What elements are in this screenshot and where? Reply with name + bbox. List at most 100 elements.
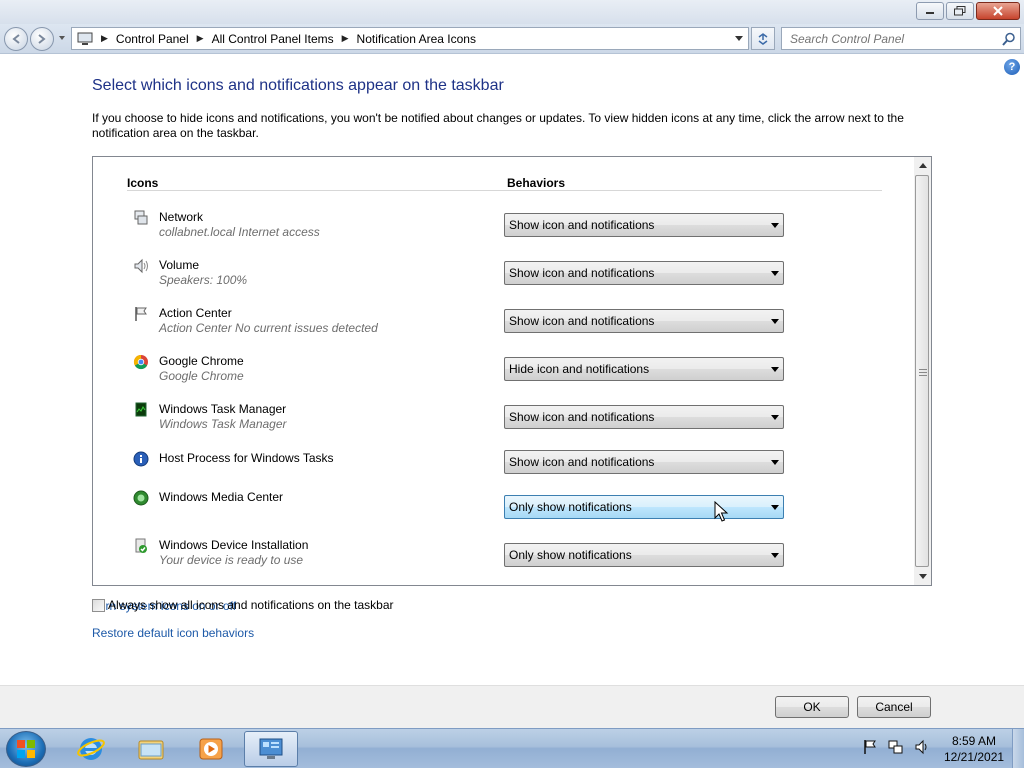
column-header-behaviors: Behaviors xyxy=(507,176,566,190)
window-controls xyxy=(914,2,1020,20)
chrome-icon xyxy=(133,354,148,370)
content-area: ? Select which icons and notifications a… xyxy=(0,55,1024,685)
help-icon[interactable]: ? xyxy=(1004,59,1020,75)
restore-button[interactable] xyxy=(946,2,974,20)
chevron-down-icon xyxy=(771,271,779,276)
breadcrumb-notification-area-icons[interactable]: Notification Area Icons xyxy=(357,32,476,46)
always-show-checkbox[interactable] xyxy=(92,598,105,612)
chevron-down-icon xyxy=(771,460,779,465)
scroll-down-button[interactable] xyxy=(914,568,931,585)
ok-button[interactable]: OK xyxy=(775,696,849,718)
list-item: Windows Media Center Only show notificat… xyxy=(93,490,913,530)
list-item: Google Chrome Google Chrome Hide icon an… xyxy=(93,354,913,394)
windows-logo-icon xyxy=(17,740,35,758)
minimize-button[interactable] xyxy=(916,2,944,20)
notification-icons-list: Icons Behaviors Network collabnet.local … xyxy=(92,156,932,586)
chevron-down-icon xyxy=(771,505,779,510)
mouse-cursor-icon xyxy=(714,501,729,522)
item-description: Your device is ready to use xyxy=(159,553,304,567)
taskbar-clock[interactable]: 8:59 AM 12/21/2021 xyxy=(944,733,1004,765)
behavior-dropdown-volume[interactable]: Show icon and notifications xyxy=(504,261,784,285)
grip-icon xyxy=(919,369,927,376)
item-name: Network xyxy=(159,210,204,224)
notification-area xyxy=(862,739,940,755)
behavior-dropdown-host-process[interactable]: Show icon and notifications xyxy=(504,450,784,474)
dialog-footer: OK Cancel xyxy=(0,685,1024,728)
item-name: Windows Media Center xyxy=(159,490,284,504)
taskbar-internet-explorer[interactable] xyxy=(64,731,118,767)
clock-date: 12/21/2021 xyxy=(944,750,1005,764)
behavior-dropdown-action-center[interactable]: Show icon and notifications xyxy=(504,309,784,333)
forward-button[interactable] xyxy=(30,27,54,51)
address-dropdown-button[interactable] xyxy=(732,31,746,46)
restore-icon xyxy=(954,6,966,16)
taskbar-media-player[interactable] xyxy=(184,731,238,767)
item-description: Windows Task Manager xyxy=(159,417,287,431)
scrollbar-thumb[interactable] xyxy=(915,175,929,567)
cancel-button[interactable]: Cancel xyxy=(857,696,931,718)
selected-value: Show icon and notifications xyxy=(509,266,655,280)
selected-value: Show icon and notifications xyxy=(509,314,655,328)
forward-arrow-icon xyxy=(38,34,46,44)
close-button[interactable] xyxy=(976,2,1020,20)
close-icon xyxy=(993,6,1003,16)
breadcrumb-separator-icon[interactable]: ▶ xyxy=(197,33,204,44)
speaker-icon xyxy=(134,258,148,274)
scroll-up-button[interactable] xyxy=(914,157,931,174)
search-input[interactable] xyxy=(782,28,992,49)
item-description: Speakers: 100% xyxy=(159,273,248,287)
refresh-button[interactable] xyxy=(751,27,775,50)
page-title: Select which icons and notifications app… xyxy=(92,77,504,94)
back-arrow-icon xyxy=(12,34,20,44)
info-icon xyxy=(133,451,149,467)
minimize-icon xyxy=(926,12,934,14)
breadcrumb-all-items[interactable]: All Control Panel Items xyxy=(212,32,334,46)
behavior-dropdown-task-manager[interactable]: Show icon and notifications xyxy=(504,405,784,429)
item-description: collabnet.local Internet access xyxy=(159,225,320,239)
list-item: Volume Speakers: 100% Show icon and noti… xyxy=(93,258,913,298)
start-button[interactable] xyxy=(6,731,46,767)
selected-value: Show icon and notifications xyxy=(509,218,655,232)
vertical-scrollbar[interactable] xyxy=(914,157,931,585)
search-icon[interactable] xyxy=(1002,32,1016,46)
chevron-down-icon xyxy=(771,553,779,558)
behavior-dropdown-device-installation[interactable]: Only show notifications xyxy=(504,543,784,567)
search-box[interactable] xyxy=(781,27,1021,50)
always-show-label[interactable]: Always show all icons and notifications … xyxy=(108,598,394,612)
back-button[interactable] xyxy=(4,27,28,51)
selected-value: Only show notifications xyxy=(509,548,632,562)
show-desktop-button[interactable] xyxy=(1012,729,1024,768)
behavior-dropdown-chrome[interactable]: Hide icon and notifications xyxy=(504,357,784,381)
chevron-up-icon xyxy=(918,163,927,168)
item-description: Google Chrome xyxy=(159,369,244,383)
network-icon xyxy=(134,210,148,225)
refresh-icon xyxy=(758,32,768,45)
clock-time: 8:59 AM xyxy=(951,734,997,748)
network-tray-icon[interactable] xyxy=(888,739,904,755)
task-manager-icon xyxy=(135,402,147,417)
restore-defaults-link[interactable]: Restore default icon behaviors xyxy=(92,626,254,640)
item-name: Windows Device Installation xyxy=(159,538,309,552)
action-center-flag-icon[interactable] xyxy=(862,739,878,755)
item-name: Host Process for Windows Tasks xyxy=(159,451,334,465)
item-name: Google Chrome xyxy=(159,354,244,368)
address-bar[interactable]: ▶ Control Panel ▶ All Control Panel Item… xyxy=(71,27,749,50)
taskbar-control-panel[interactable] xyxy=(244,731,298,767)
chevron-down-icon xyxy=(771,319,779,324)
always-show-option[interactable]: Always show all icons and notifications … xyxy=(92,598,394,612)
selected-value: Only show notifications xyxy=(509,500,632,514)
taskbar-windows-explorer[interactable] xyxy=(124,731,178,767)
recent-pages-dropdown-icon[interactable] xyxy=(58,34,66,42)
breadcrumb-control-panel[interactable]: Control Panel xyxy=(116,32,189,46)
item-name: Volume xyxy=(159,258,200,272)
control-panel-icon xyxy=(259,738,283,759)
volume-tray-icon[interactable] xyxy=(914,739,930,755)
chevron-down-icon xyxy=(735,35,743,41)
item-description: Action Center No current issues detected xyxy=(159,321,378,335)
selected-value: Show icon and notifications xyxy=(509,410,655,424)
behavior-dropdown-network[interactable]: Show icon and notifications xyxy=(504,213,784,237)
navigation-bar: ▶ Control Panel ▶ All Control Panel Item… xyxy=(0,24,1024,54)
breadcrumb-separator-icon[interactable]: ▶ xyxy=(342,33,349,44)
media-player-icon xyxy=(199,738,223,760)
behavior-dropdown-media-center[interactable]: Only show notifications xyxy=(504,495,784,519)
